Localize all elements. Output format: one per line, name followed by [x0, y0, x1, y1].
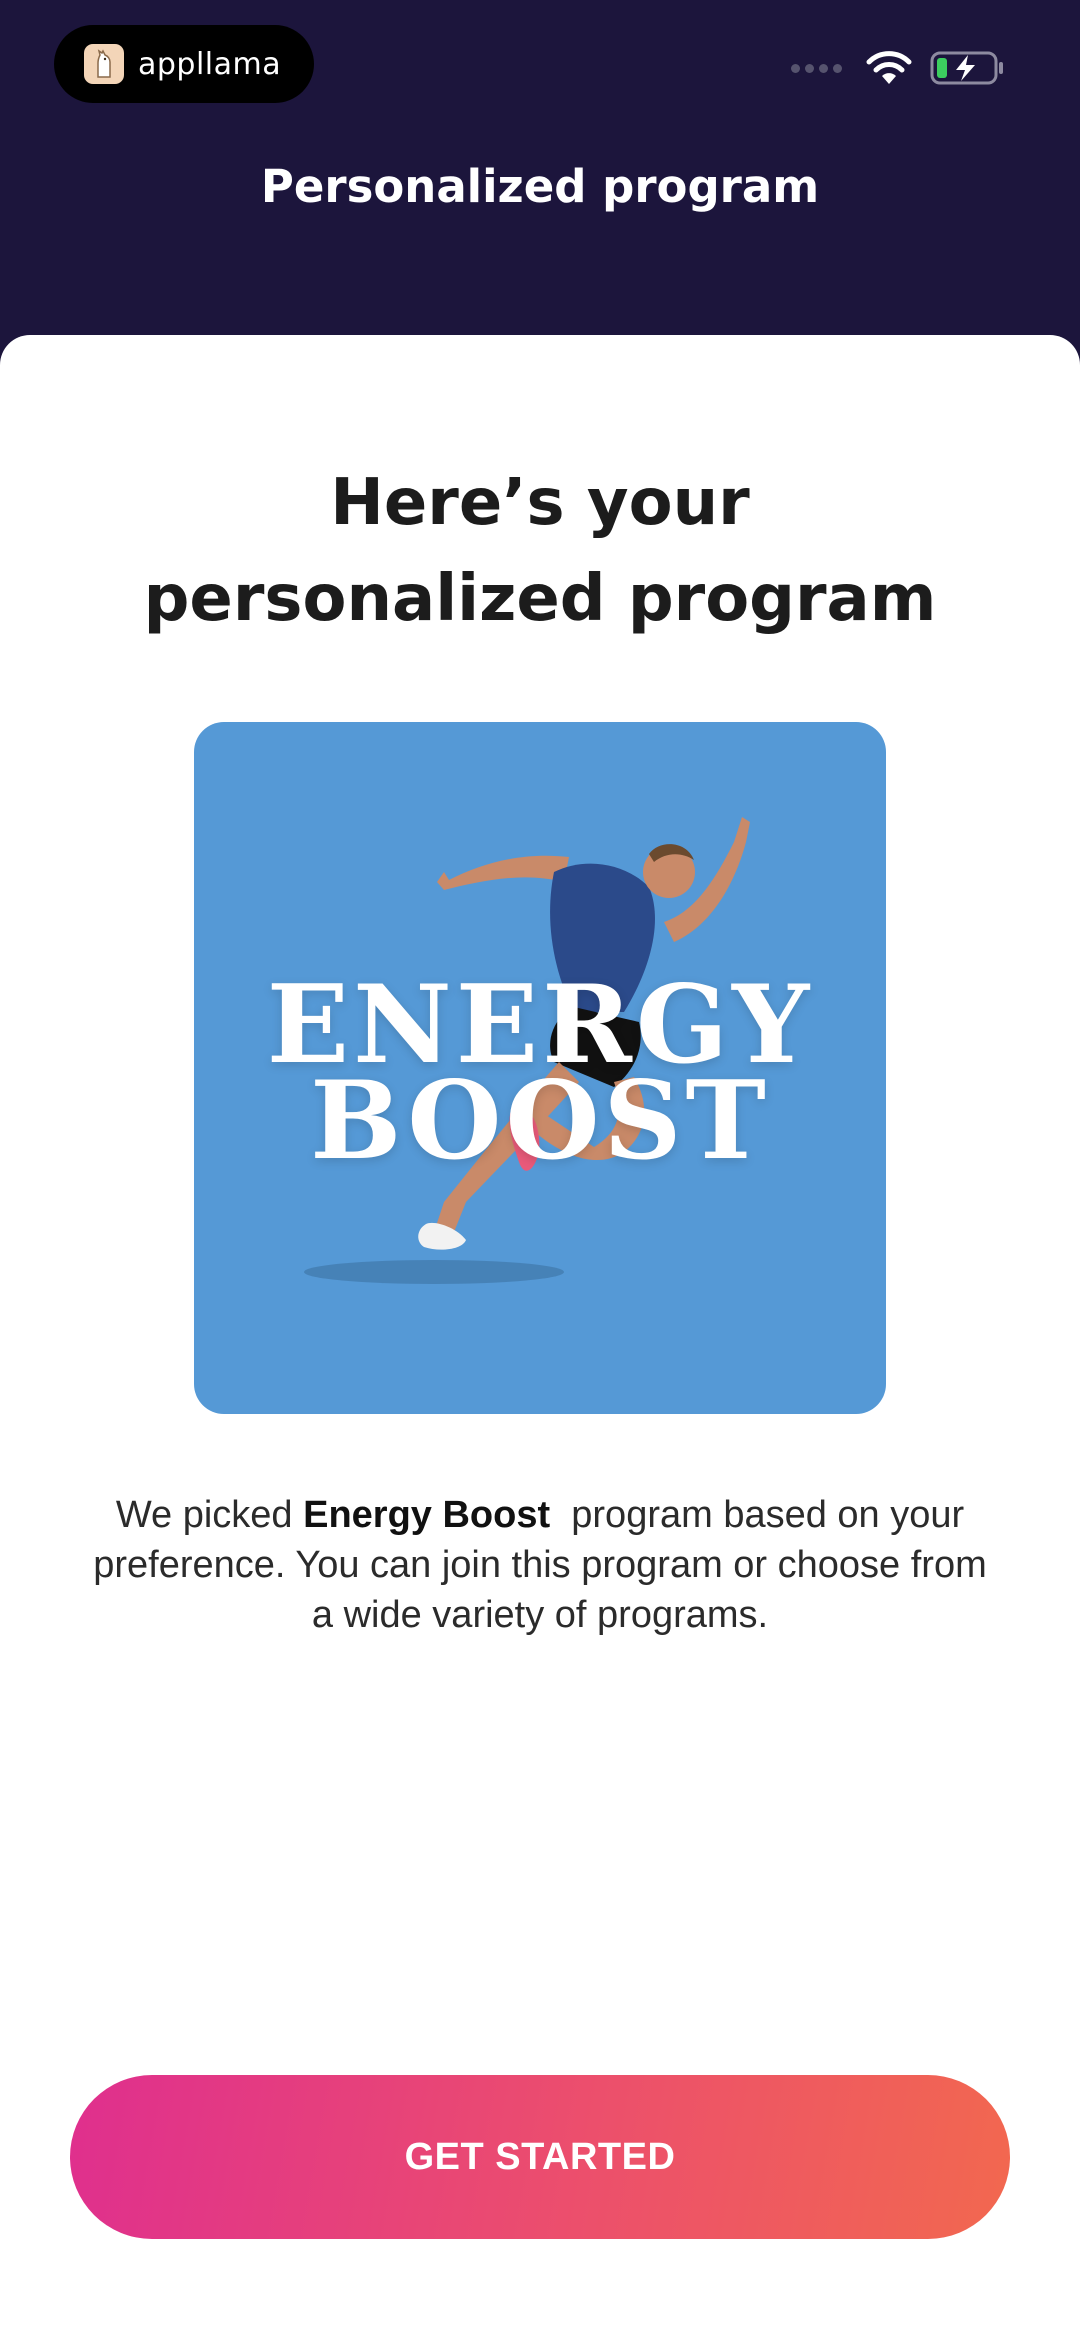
status-icons: [791, 50, 1006, 86]
signal-dots-icon: [791, 63, 842, 73]
app-badge-label: appllama: [138, 46, 282, 82]
program-cover-image[interactable]: ENERGY BOOST: [194, 722, 886, 1414]
app-badge[interactable]: appllama: [54, 25, 314, 103]
get-started-button[interactable]: GET STARTED: [70, 2075, 1010, 2239]
main-heading-line1: Here’s your: [330, 466, 750, 540]
wifi-icon: [866, 51, 912, 84]
main-heading-line2: personalized program: [143, 562, 937, 636]
description-program-name: Energy Boost: [303, 1494, 551, 1536]
program-description: We picked Energy Boost program based on …: [80, 1490, 1000, 1640]
header: appllama Personalized program: [0, 0, 1080, 360]
llama-logo-icon: [84, 44, 124, 84]
program-art-title: ENERGY BOOST: [194, 971, 886, 1175]
main-heading: Here’s your personalized program: [60, 455, 1020, 647]
page-title: Personalized program: [260, 160, 820, 213]
description-prefix: We picked: [115, 1494, 304, 1536]
content-card: Here’s your personalized program ENERGY …: [0, 335, 1080, 2337]
battery-charging-icon: [930, 51, 1003, 85]
